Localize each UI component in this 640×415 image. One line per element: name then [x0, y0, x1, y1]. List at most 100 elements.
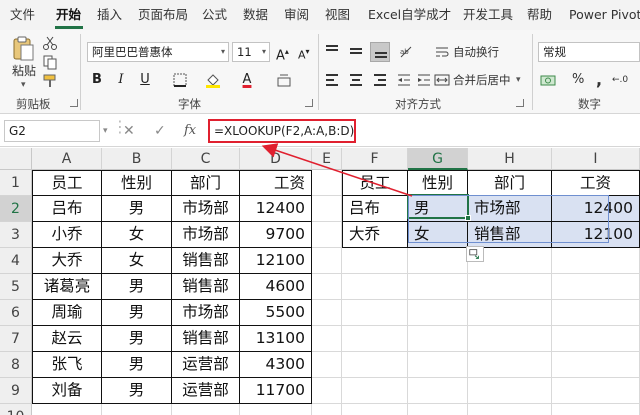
cell-a5[interactable]: 诸葛亮 — [32, 274, 102, 300]
cell-i2[interactable]: 12400 — [552, 196, 640, 222]
cell-f3[interactable]: 大乔 — [342, 222, 408, 248]
column-header-a[interactable]: A — [32, 148, 102, 170]
cell-a7[interactable]: 赵云 — [32, 326, 102, 352]
row-header-9[interactable]: 9 — [0, 378, 32, 404]
row-header-8[interactable]: 8 — [0, 352, 32, 378]
column-header-b[interactable]: B — [102, 148, 172, 170]
row-header-3[interactable]: 3 — [0, 222, 32, 248]
align-middle-icon[interactable] — [346, 42, 366, 62]
decrease-indent-icon[interactable] — [396, 72, 412, 88]
cell-e1[interactable] — [312, 170, 342, 196]
cancel-icon[interactable]: ✕ — [123, 123, 135, 139]
cell-b10[interactable] — [102, 404, 172, 415]
font-color-button[interactable]: A — [240, 70, 254, 90]
cell-e2[interactable] — [312, 196, 342, 222]
cell-b6[interactable]: 男 — [102, 300, 172, 326]
tab-power-pivot[interactable]: Power Pivot — [569, 0, 640, 30]
column-header-h[interactable]: H — [468, 148, 552, 170]
tab-page-layout[interactable]: 页面布局 — [138, 0, 188, 30]
tab-file[interactable]: 文件 — [10, 0, 35, 30]
column-header-d[interactable]: D — [240, 148, 312, 170]
cell-d2[interactable]: 12400 — [240, 196, 312, 222]
formula-input[interactable]: =XLOOKUP(F2,A:A,B:D) — [208, 119, 356, 143]
cell-e6[interactable] — [312, 300, 342, 326]
insert-function-button[interactable]: fx — [184, 123, 196, 138]
select-all-corner[interactable] — [0, 148, 32, 170]
row-header-4[interactable]: 4 — [0, 248, 32, 274]
cut-icon[interactable] — [42, 35, 58, 51]
chevron-down-icon[interactable]: ▾ — [103, 126, 108, 136]
cell-e10[interactable] — [312, 404, 342, 415]
tab-data[interactable]: 数据 — [243, 0, 268, 30]
cell-f5[interactable] — [342, 274, 408, 300]
clipboard-launcher-icon[interactable] — [70, 99, 78, 107]
cell-c1[interactable]: 部门 — [172, 170, 240, 196]
row-header-5[interactable]: 5 — [0, 274, 32, 300]
copy-icon[interactable] — [42, 54, 58, 70]
cell-c3[interactable]: 市场部 — [172, 222, 240, 248]
cell-d5[interactable]: 4600 — [240, 274, 312, 300]
cell-d8[interactable]: 4300 — [240, 352, 312, 378]
cell-i8[interactable] — [552, 352, 640, 378]
tab-review[interactable]: 审阅 — [284, 0, 309, 30]
cell-i4[interactable] — [552, 248, 640, 274]
phonetic-guide-icon[interactable] — [276, 72, 292, 88]
cell-c6[interactable]: 市场部 — [172, 300, 240, 326]
orientation-icon[interactable]: ab — [398, 44, 414, 60]
cell-b3[interactable]: 女 — [102, 222, 172, 248]
tab-view[interactable]: 视图 — [325, 0, 350, 30]
paste-button-label[interactable]: 粘贴 — [12, 62, 36, 79]
percent-icon[interactable]: % — [572, 70, 584, 90]
cell-f10[interactable] — [342, 404, 408, 415]
italic-button[interactable]: I — [114, 70, 128, 90]
cell-e3[interactable] — [312, 222, 342, 248]
wrap-text-icon[interactable] — [434, 44, 450, 60]
cell-b1[interactable]: 性别 — [102, 170, 172, 196]
format-painter-icon[interactable] — [42, 73, 58, 89]
bold-button[interactable]: B — [90, 70, 104, 90]
fill-handle[interactable] — [465, 215, 471, 221]
cell-d3[interactable]: 9700 — [240, 222, 312, 248]
font-name-select[interactable]: 阿里巴巴普惠体 ▾ — [87, 42, 229, 62]
fill-color-icon[interactable] — [205, 72, 221, 88]
align-top-icon[interactable] — [322, 42, 342, 62]
cell-g9[interactable] — [408, 378, 468, 404]
row-header-1[interactable]: 1 — [0, 170, 32, 196]
cell-e8[interactable] — [312, 352, 342, 378]
cell-h2[interactable]: 市场部 — [468, 196, 552, 222]
align-left-icon[interactable] — [322, 70, 342, 90]
column-header-f[interactable]: F — [342, 148, 408, 170]
font-size-select[interactable]: 11 ▾ — [232, 42, 270, 62]
column-header-c[interactable]: C — [172, 148, 240, 170]
align-right-icon[interactable] — [370, 70, 390, 90]
row-header-6[interactable]: 6 — [0, 300, 32, 326]
increase-indent-icon[interactable] — [416, 72, 432, 88]
cell-b5[interactable]: 男 — [102, 274, 172, 300]
merge-center-icon[interactable] — [434, 72, 450, 88]
cell-f2[interactable]: 吕布 — [342, 196, 408, 222]
cell-h8[interactable] — [468, 352, 552, 378]
cell-f4[interactable] — [342, 248, 408, 274]
cell-c4[interactable]: 销售部 — [172, 248, 240, 274]
paste-dropdown-icon[interactable]: ▾ — [21, 80, 26, 90]
align-center-icon[interactable] — [346, 70, 366, 90]
cell-e4[interactable] — [312, 248, 342, 274]
cell-f8[interactable] — [342, 352, 408, 378]
confirm-icon[interactable]: ✓ — [154, 123, 166, 139]
cell-a9[interactable]: 刘备 — [32, 378, 102, 404]
cell-a2[interactable]: 吕布 — [32, 196, 102, 222]
increase-decimal-icon[interactable]: ←.0 — [612, 70, 628, 90]
cell-d10[interactable] — [240, 404, 312, 415]
cell-f6[interactable] — [342, 300, 408, 326]
alignment-launcher-icon[interactable] — [516, 99, 524, 107]
cell-g7[interactable] — [408, 326, 468, 352]
row-header-2[interactable]: 2 — [0, 196, 32, 222]
cell-h1[interactable]: 部门 — [468, 170, 552, 196]
cell-h9[interactable] — [468, 378, 552, 404]
row-header-7[interactable]: 7 — [0, 326, 32, 352]
cell-a3[interactable]: 小乔 — [32, 222, 102, 248]
decrease-font-icon[interactable]: A▾ — [298, 42, 310, 62]
cell-a6[interactable]: 周瑜 — [32, 300, 102, 326]
tab-developer[interactable]: 开发工具 — [463, 0, 513, 30]
underline-button[interactable]: U — [138, 70, 152, 90]
